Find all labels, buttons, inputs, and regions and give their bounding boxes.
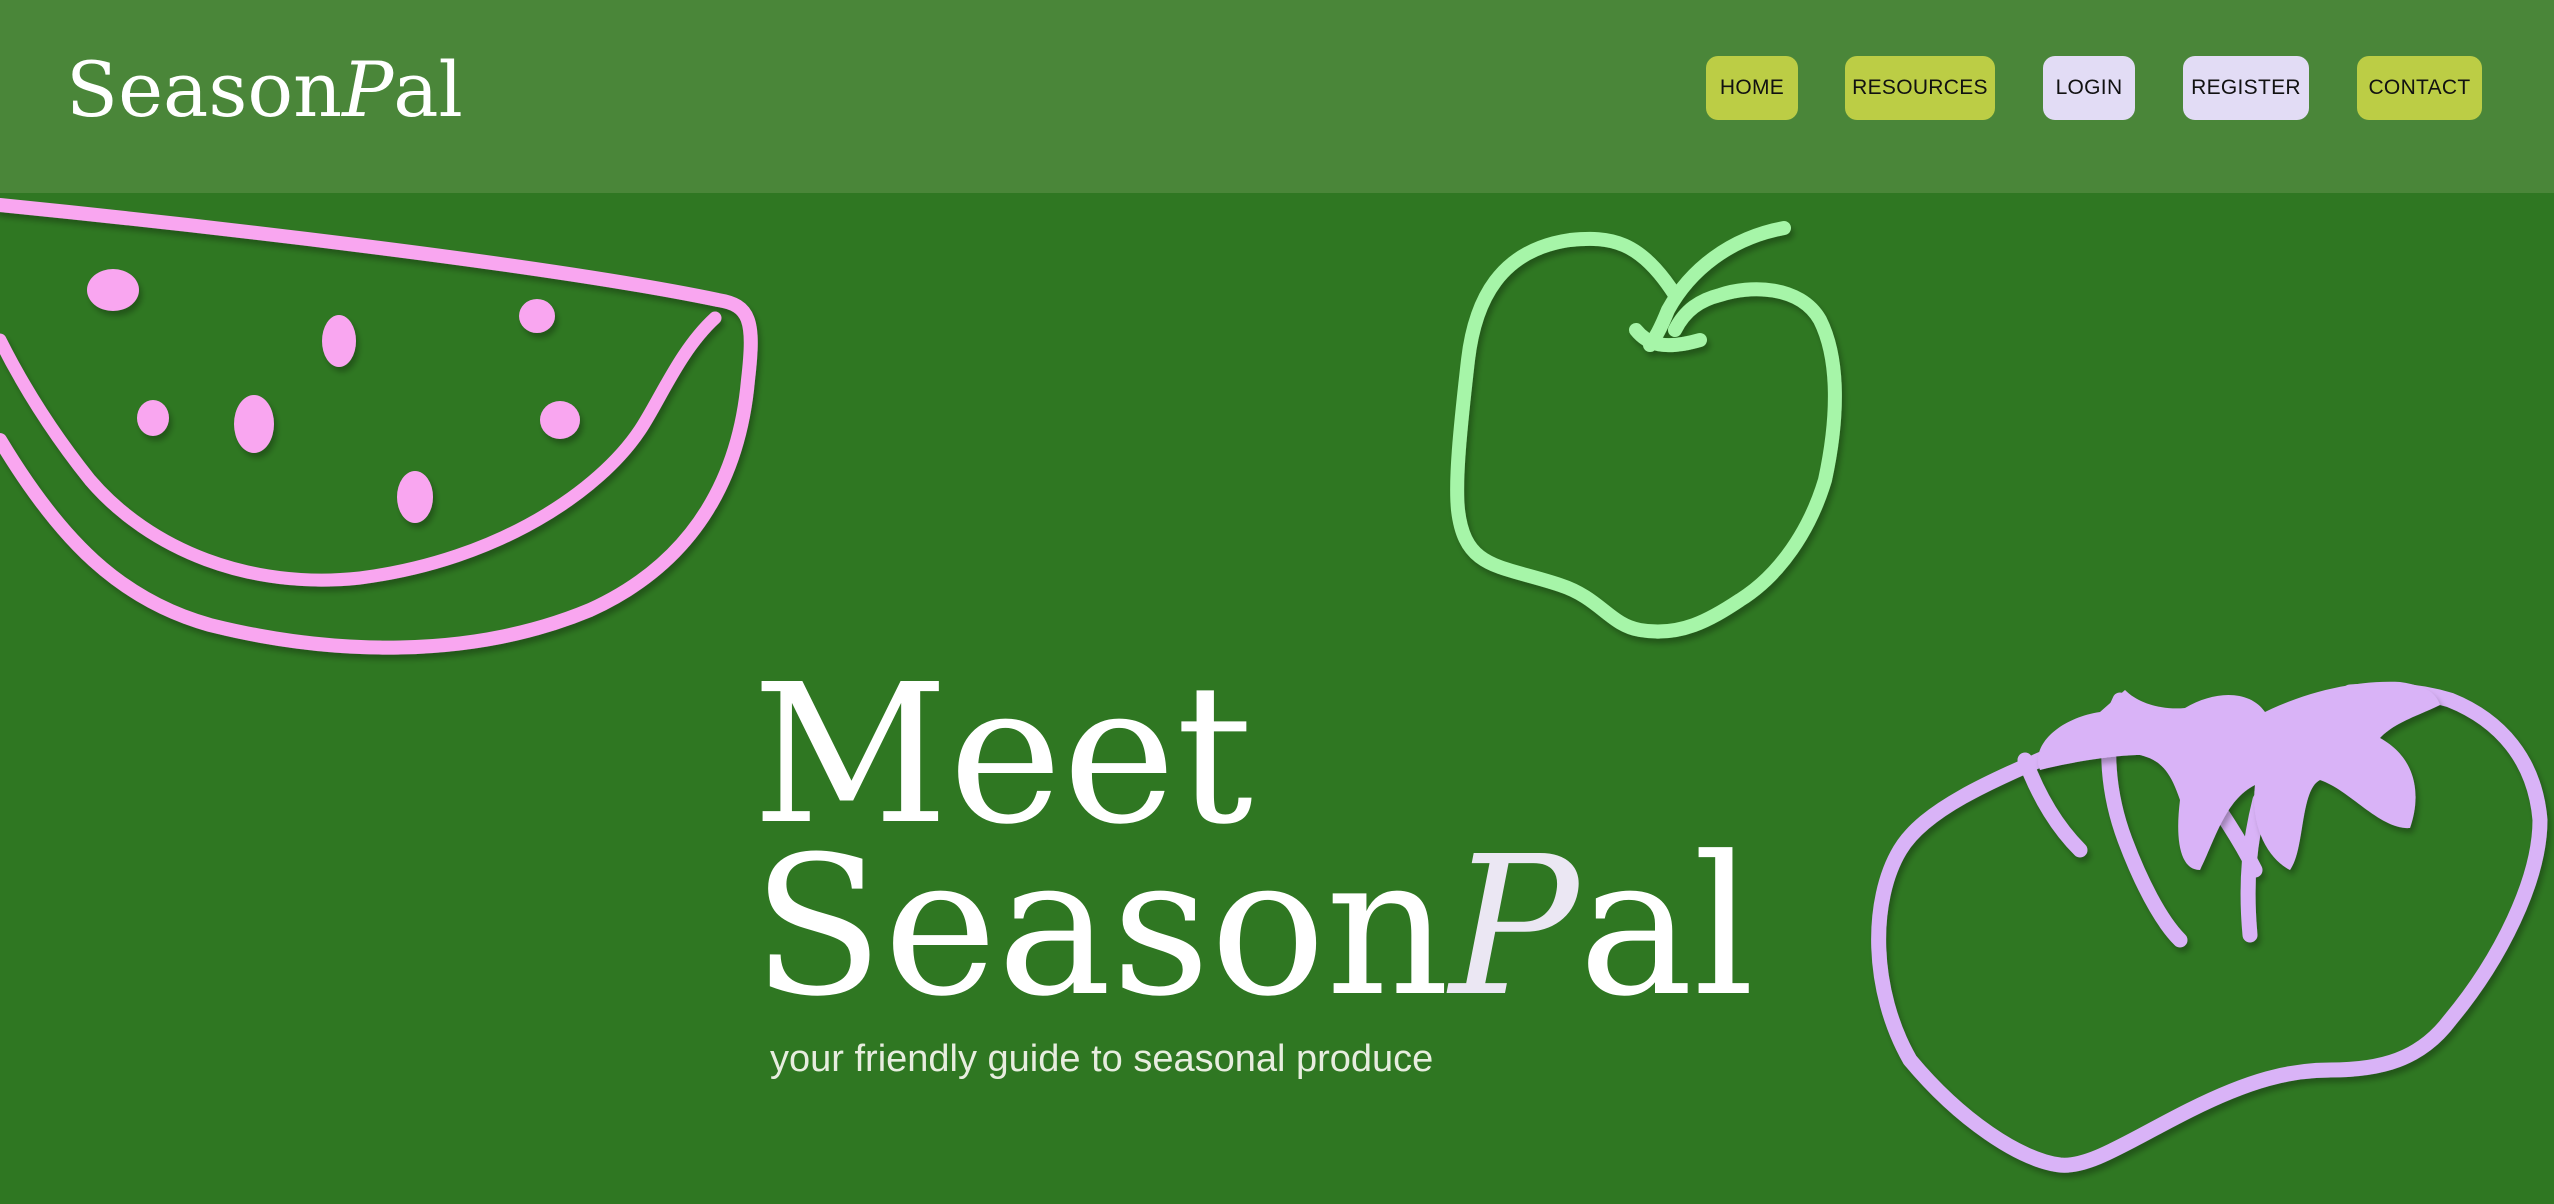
watermelon-icon bbox=[0, 198, 758, 655]
hero-title-season: Season bbox=[752, 816, 1450, 1039]
hero-title: Meet SeasonPal bbox=[752, 660, 1754, 1024]
hero-title-al: al bbox=[1578, 816, 1755, 1039]
hero-title-p: P bbox=[1449, 816, 1579, 1039]
hero-tagline: your friendly guide to seasonal produce bbox=[770, 1038, 1434, 1080]
apple-icon bbox=[1450, 221, 1842, 639]
